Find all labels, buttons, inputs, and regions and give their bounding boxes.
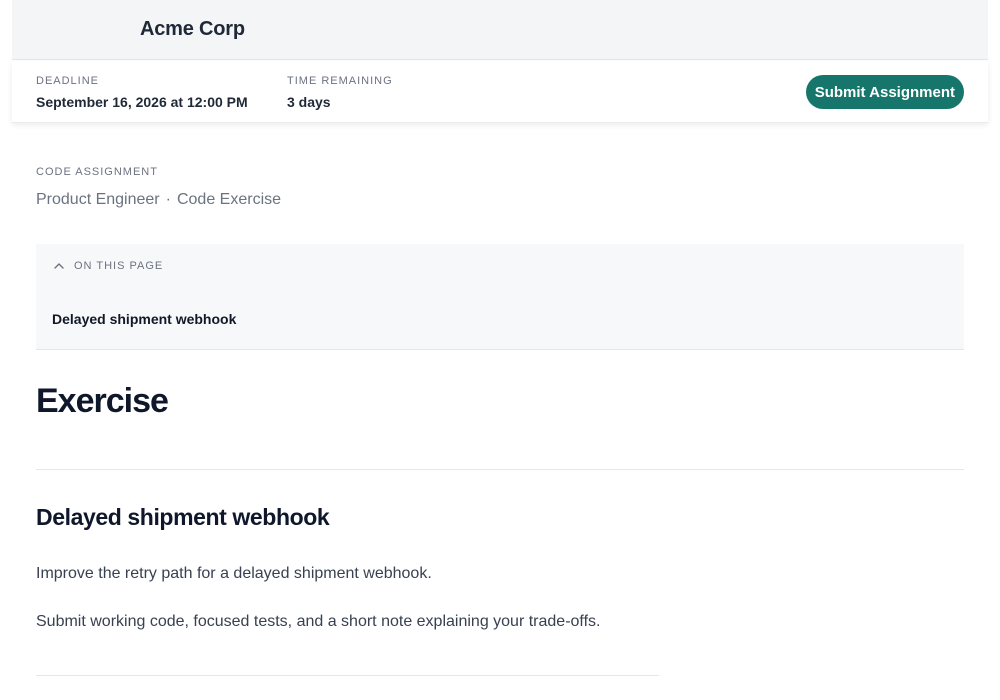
role-name: Product Engineer [36, 191, 160, 208]
divider [36, 675, 659, 676]
deadline-bar: DEADLINE September 16, 2026 at 12:00 PM … [12, 61, 988, 123]
paragraph: Improve the retry path for a delayed shi… [36, 565, 432, 582]
assignment-type: Code Exercise [176, 191, 282, 208]
divider [36, 469, 964, 470]
deadline-value: September 16, 2026 at 12:00 PM [36, 94, 248, 110]
assignment-subtitle: Product Engineer · Code Exercise [36, 191, 281, 209]
time-remaining-label: TIME REMAINING [287, 75, 393, 87]
subtitle-separator: · [165, 191, 171, 208]
toc-link-delayed-shipment-webhook[interactable]: Delayed shipment webhook [52, 311, 236, 327]
page-title: Exercise [36, 382, 169, 420]
chevron-up-icon [52, 259, 66, 273]
deadline-block: DEADLINE September 16, 2026 at 12:00 PM [36, 74, 248, 111]
toc-toggle[interactable]: ON THIS PAGE [52, 259, 163, 273]
on-this-page-panel: ON THIS PAGE Delayed shipment webhook [36, 244, 964, 350]
top-header: Acme Corp [12, 0, 988, 60]
assignment-eyebrow: CODE ASSIGNMENT [36, 166, 158, 178]
company-name: Acme Corp [140, 18, 245, 40]
submit-assignment-button[interactable]: Submit Assignment [805, 75, 964, 109]
section-heading: Delayed shipment webhook [36, 504, 330, 530]
deadline-label: DEADLINE [36, 75, 100, 87]
time-remaining-block: TIME REMAINING 3 days [287, 74, 393, 111]
paragraph: Submit working code, focused tests, and … [36, 613, 601, 630]
toc-title: ON THIS PAGE [74, 260, 164, 272]
time-remaining-value: 3 days [287, 94, 331, 110]
